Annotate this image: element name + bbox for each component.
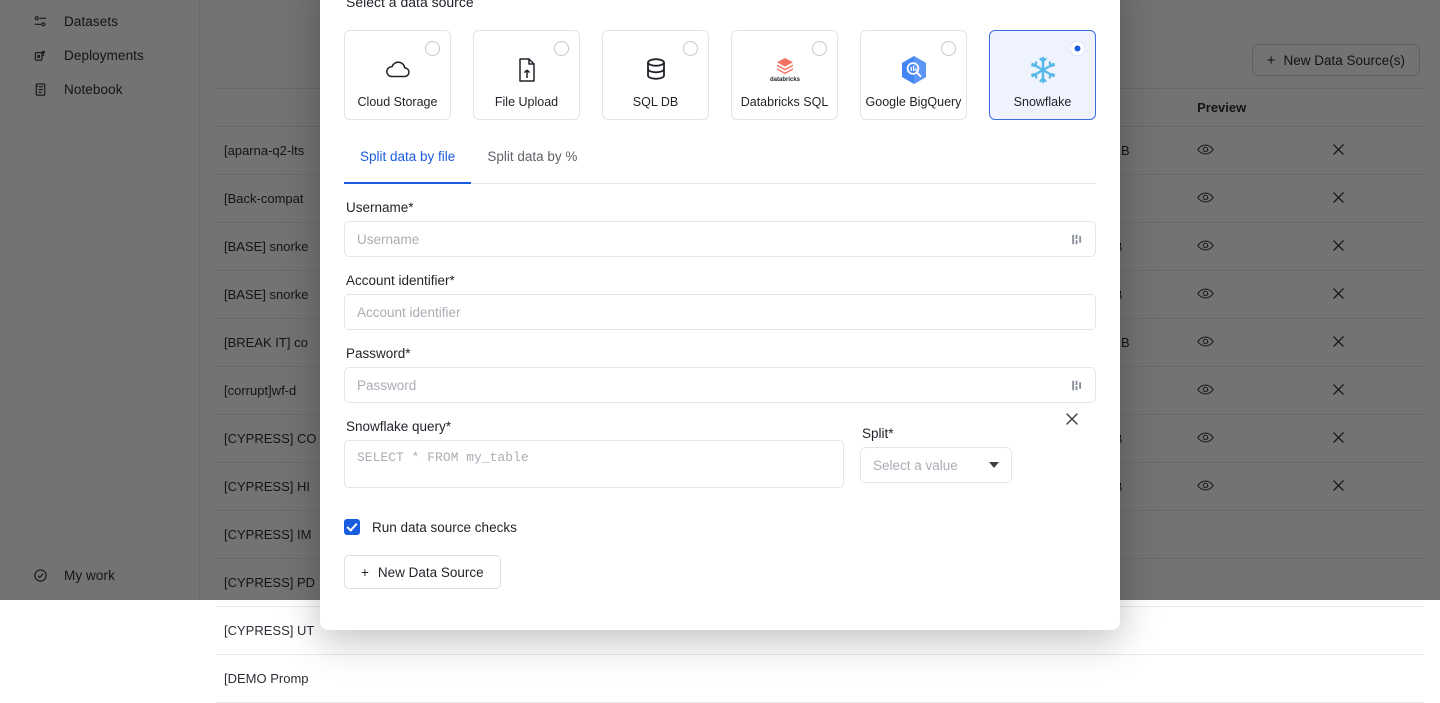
cell-preview[interactable]	[1189, 655, 1323, 703]
split-mode-tabs: Split data by file Split data by %	[344, 144, 1096, 184]
data-source-card-cloud-storage[interactable]: Cloud Storage	[344, 30, 451, 120]
cell-name: [DEMO Promp	[216, 655, 1066, 703]
modal-title: Select a data source	[346, 0, 1096, 10]
data-source-card-google-bigquery[interactable]: Google BigQuery	[860, 30, 967, 120]
split-column: Split* Select a value	[860, 403, 1012, 483]
split-select[interactable]: Select a value	[860, 447, 1012, 483]
account-identifier-input[interactable]	[344, 294, 1096, 330]
new-data-source-label: New Data Source	[378, 565, 484, 580]
account-identifier-field-wrap	[344, 294, 1096, 330]
username-field-wrap	[344, 221, 1096, 257]
query-label: Snowflake query*	[346, 419, 844, 434]
table-row[interactable]: [DEMO Promp	[216, 655, 1424, 703]
remove-split-button[interactable]	[1064, 403, 1080, 431]
data-source-card-file-upload[interactable]: File Upload	[473, 30, 580, 120]
run-data-source-checks-checkbox[interactable]	[344, 519, 360, 535]
data-source-card-sql-db[interactable]: SQL DB	[602, 30, 709, 120]
cell-remove[interactable]	[1323, 655, 1424, 703]
data-source-card-snowflake[interactable]: Snowflake	[989, 30, 1096, 120]
data-source-label: Databricks SQL	[732, 95, 837, 109]
svg-text:databricks: databricks	[769, 77, 800, 83]
split-select-value: Select a value	[873, 458, 958, 473]
chevron-down-icon	[989, 462, 999, 468]
snowflake-query-textarea[interactable]	[344, 440, 844, 488]
databricks-icon: databricks	[732, 53, 837, 87]
cell-remove[interactable]	[1323, 607, 1424, 655]
plus-icon: +	[361, 565, 369, 580]
tab-split-data-by-file[interactable]: Split data by file	[344, 144, 471, 183]
password-label: Password*	[346, 346, 1096, 361]
data-source-label: Cloud Storage	[345, 95, 450, 109]
data-source-label: Snowflake	[990, 95, 1095, 109]
data-source-card-databricks-sql[interactable]: databricks Databricks SQL	[731, 30, 838, 120]
data-source-label: SQL DB	[603, 95, 708, 109]
new-data-source-button[interactable]: + New Data Source	[344, 555, 501, 589]
data-source-label: File Upload	[474, 95, 579, 109]
username-input[interactable]	[344, 221, 1096, 257]
cloud-icon	[345, 53, 450, 87]
run-checks-row: Run data source checks	[344, 519, 1096, 535]
bigquery-icon	[861, 53, 966, 87]
database-icon	[603, 53, 708, 87]
cell-size	[1066, 655, 1189, 703]
secret-ref-icon[interactable]	[1070, 378, 1084, 392]
data-source-modal: Select a data source Cloud Storage File …	[320, 0, 1120, 630]
split-label: Split*	[862, 426, 1012, 441]
file-upload-icon	[474, 53, 579, 87]
data-source-label: Google BigQuery	[861, 95, 966, 109]
tab-split-data-by-percent[interactable]: Split data by %	[471, 144, 593, 183]
password-field-wrap	[344, 367, 1096, 403]
run-data-source-checks-label: Run data source checks	[372, 520, 517, 535]
cell-preview[interactable]	[1189, 607, 1323, 655]
query-and-split-row: Snowflake query* Split* Select a value	[344, 403, 1096, 493]
password-input[interactable]	[344, 367, 1096, 403]
data-source-card-group: Cloud Storage File Upload SQL DB	[344, 30, 1096, 120]
secret-ref-icon[interactable]	[1070, 232, 1084, 246]
query-column: Snowflake query*	[344, 403, 844, 493]
account-identifier-label: Account identifier*	[346, 273, 1096, 288]
snowflake-icon	[990, 53, 1095, 87]
username-label: Username*	[346, 200, 1096, 215]
